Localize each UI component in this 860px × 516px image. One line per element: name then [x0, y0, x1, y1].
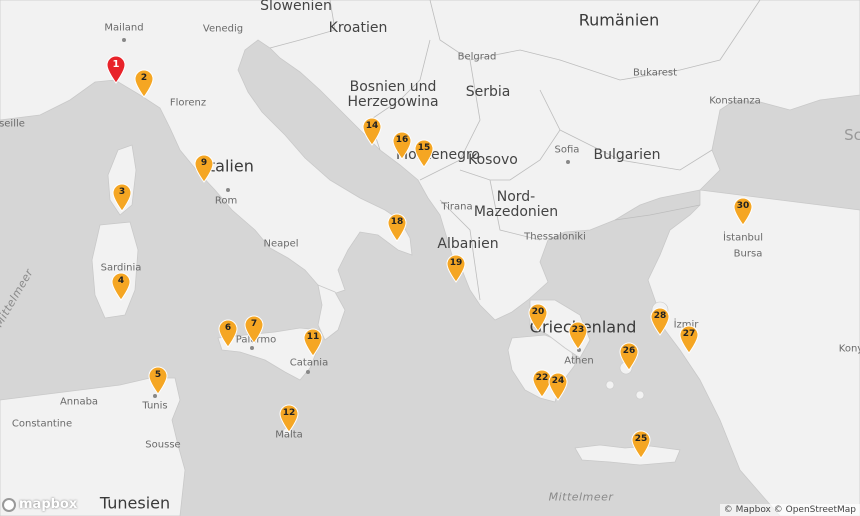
map-marker-27[interactable]: 27 [678, 324, 700, 354]
map-base [0, 0, 860, 516]
map-marker-18[interactable]: 18 [386, 212, 408, 242]
marker-number: 25 [634, 434, 648, 444]
marker-number: 27 [682, 329, 696, 339]
marker-number: 14 [365, 121, 379, 131]
marker-number: 3 [118, 187, 126, 197]
mapbox-logo-icon [2, 497, 16, 512]
marker-number: 19 [449, 258, 463, 268]
marker-number: 30 [736, 201, 750, 211]
map-marker-1[interactable]: 1 [105, 54, 127, 84]
marker-number: 23 [571, 325, 585, 335]
marker-number: 6 [224, 323, 232, 333]
map-marker-30[interactable]: 30 [732, 196, 754, 226]
city-dot [250, 346, 254, 350]
city-dot [226, 188, 230, 192]
map-marker-7[interactable]: 7 [243, 314, 265, 344]
marker-number: 1 [112, 59, 120, 70]
map-marker-15[interactable]: 15 [413, 138, 435, 168]
map-marker-11[interactable]: 11 [302, 327, 324, 357]
marker-number: 28 [653, 311, 667, 321]
marker-number: 12 [282, 408, 296, 418]
map-marker-25[interactable]: 25 [630, 429, 652, 459]
map-marker-4[interactable]: 4 [110, 271, 132, 301]
marker-number: 2 [140, 73, 148, 83]
mapbox-logo[interactable]: mapbox [2, 497, 77, 512]
marker-number: 20 [531, 307, 545, 317]
marker-number: 16 [395, 135, 409, 145]
map-marker-23[interactable]: 23 [567, 320, 589, 350]
map-marker-19[interactable]: 19 [445, 253, 467, 283]
marker-number: 9 [200, 158, 208, 168]
marker-number: 4 [117, 276, 125, 286]
map-marker-12[interactable]: 12 [278, 403, 300, 433]
map-marker-6[interactable]: 6 [217, 318, 239, 348]
map-marker-26[interactable]: 26 [618, 341, 640, 371]
map-marker-2[interactable]: 2 [133, 68, 155, 98]
map-marker-3[interactable]: 3 [111, 182, 133, 212]
map-marker-20[interactable]: 20 [527, 302, 549, 332]
map-marker-9[interactable]: 9 [193, 153, 215, 183]
marker-number: 7 [250, 319, 258, 329]
map-attribution[interactable]: © Mapbox © OpenStreetMap [719, 504, 860, 516]
marker-number: 5 [154, 370, 162, 380]
map-marker-14[interactable]: 14 [361, 116, 383, 146]
city-dot [566, 160, 570, 164]
city-dot [122, 38, 126, 42]
marker-number: 18 [390, 217, 404, 227]
marker-number: 26 [622, 346, 636, 356]
mapbox-logo-text: mapbox [19, 497, 78, 512]
map-marker-5[interactable]: 5 [147, 365, 169, 395]
map-marker-28[interactable]: 28 [649, 306, 671, 336]
city-dot [306, 370, 310, 374]
marker-number: 11 [306, 332, 320, 342]
map-marker-16[interactable]: 16 [391, 130, 413, 160]
map-marker-24[interactable]: 24 [547, 371, 569, 401]
marker-number: 24 [551, 376, 565, 386]
marker-number: 15 [417, 143, 431, 153]
map-canvas[interactable]: Slowenien Rumänien Kroatien Bosnien und … [0, 0, 860, 516]
